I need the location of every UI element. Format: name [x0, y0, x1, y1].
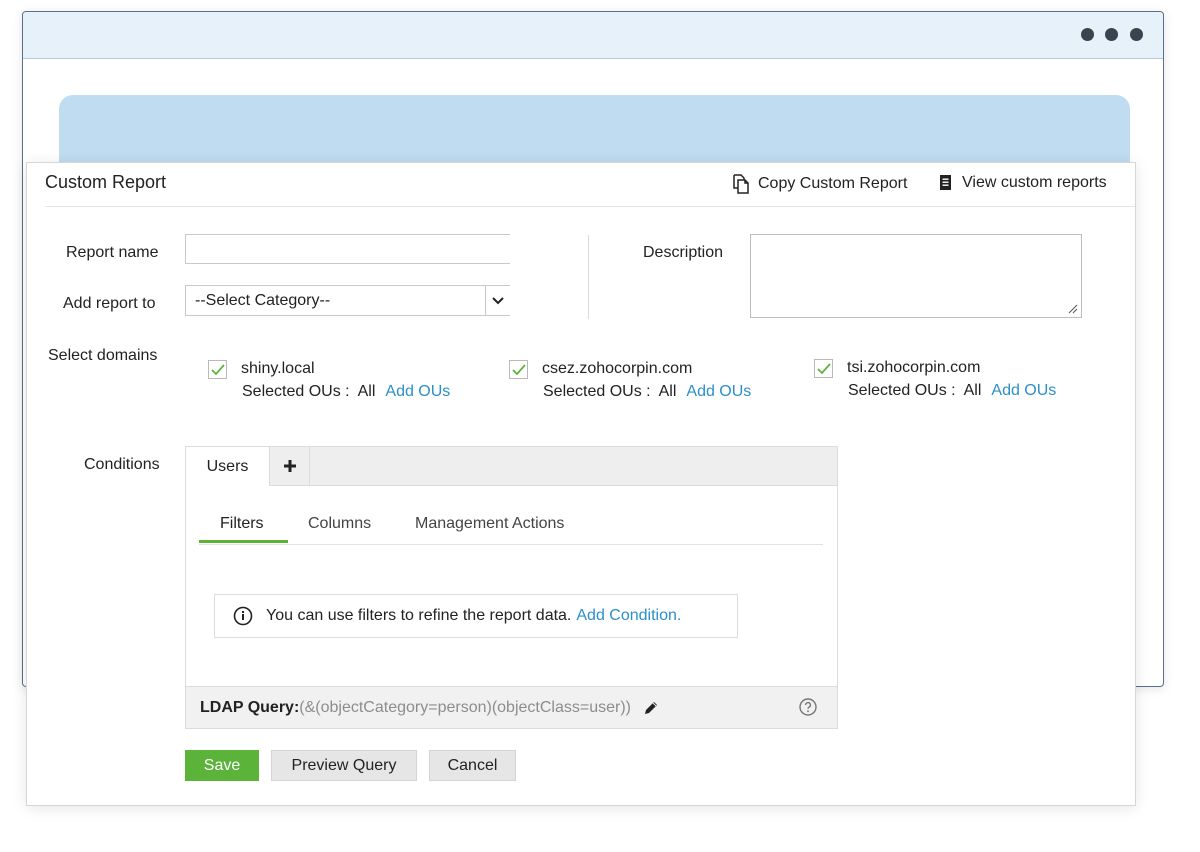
view-custom-reports-label: View custom reports — [962, 174, 1107, 191]
domain-name: shiny.local — [241, 360, 315, 377]
form-column-divider — [588, 235, 589, 319]
checkmark-icon — [816, 362, 831, 374]
selected-ous: Selected OUs : All Add OUs — [543, 383, 751, 401]
resize-grip-icon[interactable] — [1068, 304, 1078, 314]
category-select[interactable]: --Select Category-- — [185, 285, 510, 316]
active-tab-indicator — [199, 540, 288, 543]
domain-checkbox[interactable] — [509, 360, 528, 379]
conditions-box: Users Filters Columns Management Actions… — [185, 446, 838, 729]
ldap-query-label: LDAP Query: — [200, 698, 300, 716]
description-label: Description — [643, 244, 724, 261]
domain-name: csez.zohocorpin.com — [542, 360, 693, 377]
select-domains-label: Select domains — [48, 347, 158, 364]
add-report-to-label: Add report to — [63, 295, 156, 312]
selected-ous-value: All — [357, 383, 376, 400]
tab-management-actions[interactable]: Management Actions — [415, 515, 564, 533]
copy-custom-report-label: Copy Custom Report — [758, 175, 908, 192]
filter-info-text: You can use filters to refine the report… — [266, 607, 572, 624]
window-dot-icon — [1081, 28, 1094, 41]
save-button[interactable]: Save — [185, 750, 259, 781]
add-ous-link[interactable]: Add OUs — [385, 383, 450, 400]
document-list-icon — [940, 175, 951, 190]
tab-filters[interactable]: Filters — [220, 515, 264, 533]
selected-ous-value: All — [658, 383, 677, 400]
selected-ous-label: Selected OUs : — [848, 382, 956, 399]
selected-ous: Selected OUs : All Add OUs — [242, 383, 450, 401]
ldap-query-value: (&(objectCategory=person)(objectClass=us… — [299, 698, 631, 716]
window-titlebar — [23, 12, 1163, 59]
view-custom-reports-link[interactable]: View custom reports — [938, 174, 1107, 192]
info-icon — [233, 606, 253, 626]
pencil-icon[interactable] — [643, 700, 659, 716]
add-ous-link[interactable]: Add OUs — [686, 383, 751, 400]
add-condition-link[interactable]: Add Condition. — [576, 607, 681, 625]
domain-checkbox[interactable] — [208, 360, 227, 379]
window-dot-icon — [1130, 28, 1143, 41]
page-title: Custom Report — [45, 172, 167, 192]
filter-info-box: You can use filters to refine the report… — [214, 594, 738, 638]
cancel-button[interactable]: Cancel — [429, 750, 516, 781]
copy-icon — [733, 174, 749, 194]
tab-users[interactable]: Users — [186, 447, 270, 486]
domain-checkbox[interactable] — [814, 359, 833, 378]
custom-report-panel: Custom Report Copy Custom Report View cu… — [26, 162, 1136, 806]
report-name-label: Report name — [66, 244, 159, 261]
plus-icon[interactable] — [270, 447, 310, 485]
selected-ous-label: Selected OUs : — [242, 383, 350, 400]
copy-custom-report-link[interactable]: Copy Custom Report — [732, 174, 907, 194]
preview-query-button[interactable]: Preview Query — [271, 750, 417, 781]
window-dot-icon — [1105, 28, 1118, 41]
selected-ous-label: Selected OUs : — [543, 383, 651, 400]
add-ous-link[interactable]: Add OUs — [991, 382, 1056, 399]
category-select-value: --Select Category-- — [195, 292, 331, 309]
header-divider — [45, 206, 1135, 207]
report-name-input[interactable] — [185, 234, 510, 264]
subtab-divider — [199, 544, 823, 545]
object-tab-bar: Users — [186, 447, 837, 486]
description-textarea[interactable] — [750, 234, 1082, 318]
chevron-down-icon[interactable] — [485, 286, 510, 315]
help-icon[interactable] — [799, 698, 817, 716]
ldap-query-bar: LDAP Query: (&(objectCategory=person)(ob… — [186, 686, 837, 728]
checkmark-icon — [511, 363, 526, 375]
selected-ous-value: All — [963, 382, 982, 399]
checkmark-icon — [210, 363, 225, 375]
selected-ous: Selected OUs : All Add OUs — [848, 382, 1056, 400]
tab-columns[interactable]: Columns — [308, 515, 371, 533]
conditions-label: Conditions — [84, 456, 160, 473]
domain-name: tsi.zohocorpin.com — [847, 359, 981, 376]
